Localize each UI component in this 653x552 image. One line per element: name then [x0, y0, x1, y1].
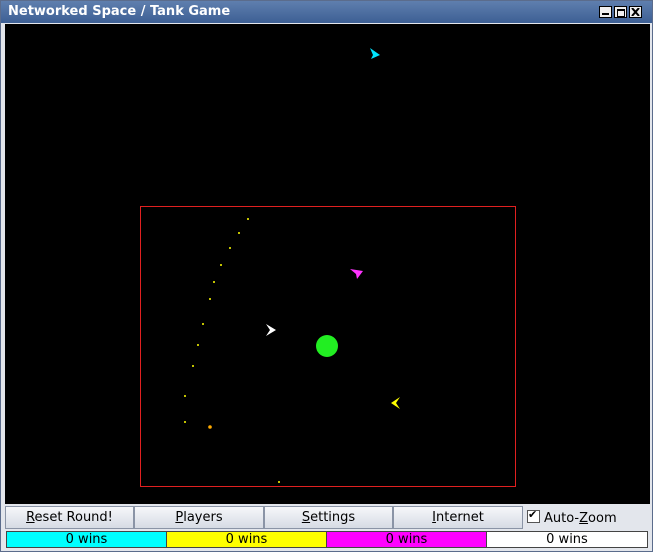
- bullet: [238, 232, 240, 234]
- reset-round-button[interactable]: Reset Round!: [5, 506, 134, 529]
- bullet: [184, 421, 186, 423]
- bullet-orange: [208, 425, 212, 429]
- score-cyan: 0 wins: [6, 531, 167, 548]
- bullet: [192, 365, 194, 367]
- title-bar[interactable]: Networked Space / Tank Game: [1, 1, 652, 23]
- bullet: [213, 281, 215, 283]
- ship-yellow: [391, 397, 400, 409]
- window-title: Networked Space / Tank Game: [8, 4, 231, 19]
- settings-button[interactable]: Settings: [264, 506, 393, 529]
- bullet: [229, 247, 231, 249]
- bullet: [202, 323, 204, 325]
- ship-cyan: [370, 48, 380, 59]
- bullet: [184, 395, 186, 397]
- ship-magenta: [350, 269, 363, 279]
- auto-zoom-checkbox[interactable]: Auto-Zoom: [527, 508, 617, 526]
- checkbox-checked-icon[interactable]: [527, 508, 540, 523]
- maximize-icon[interactable]: [614, 6, 627, 18]
- players-button[interactable]: Players: [134, 506, 264, 529]
- game-canvas[interactable]: [5, 24, 650, 504]
- bullet: [278, 481, 280, 483]
- bullet: [247, 218, 249, 220]
- score-yellow: 0 wins: [166, 531, 327, 548]
- scoreboard: 0 wins 0 wins 0 wins 0 wins: [6, 531, 648, 549]
- score-white: 0 wins: [486, 531, 648, 548]
- score-magenta: 0 wins: [326, 531, 487, 548]
- bullet: [209, 298, 211, 300]
- bullet: [197, 344, 199, 346]
- app-window: Networked Space / Tank Game Reset Round!…: [0, 0, 653, 552]
- internet-button[interactable]: Internet: [393, 506, 523, 529]
- game-field: [140, 48, 516, 487]
- minimize-icon[interactable]: [599, 6, 612, 18]
- bullet: [220, 264, 222, 266]
- close-icon[interactable]: [629, 6, 642, 18]
- toolbar: Reset Round! Players Settings Internet A…: [5, 506, 650, 530]
- ship-white: [266, 324, 276, 336]
- planet: [316, 335, 338, 357]
- bullet-trail: [184, 218, 280, 483]
